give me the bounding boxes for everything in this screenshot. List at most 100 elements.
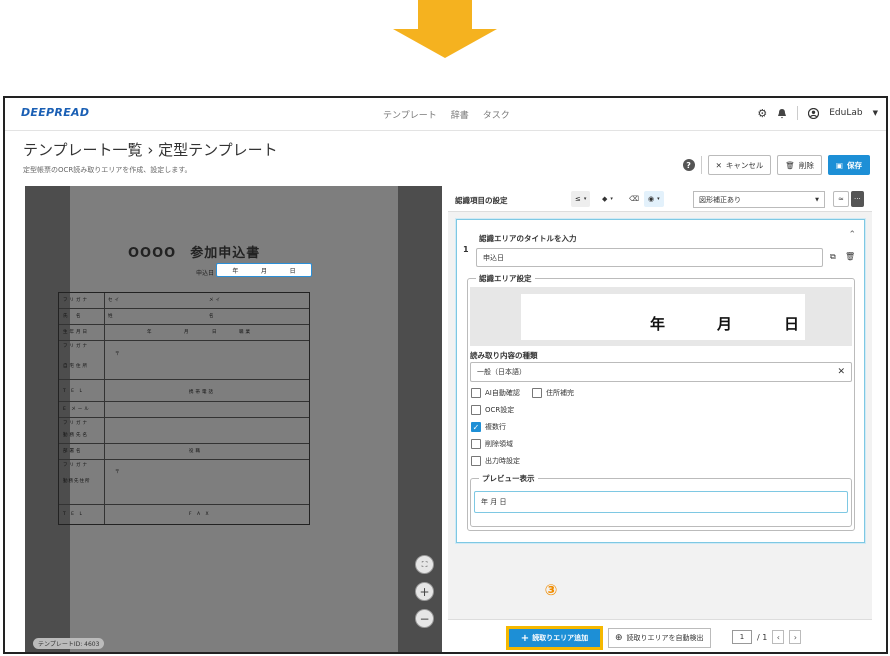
form-label: フリガナ [63, 344, 89, 349]
help-icon[interactable]: ? [682, 159, 695, 171]
ai-confirm-checkbox[interactable]: AI自動確認 [471, 388, 520, 398]
delete-region-checkbox[interactable]: 削除領域 [471, 439, 513, 449]
chevron-down-icon: ▾ [657, 196, 660, 202]
chevron-down-icon: ▼ [815, 196, 819, 203]
align-icon: ≤ [575, 195, 581, 203]
option-label: 住所補完 [546, 389, 574, 397]
chevron-down-icon: ▾ [610, 196, 613, 202]
form-divider [59, 308, 309, 309]
preview-year: 年 [649, 315, 665, 333]
save-button[interactable]: ▣ 保存 [827, 155, 870, 175]
document-title: OOOO 参加申込書 [128, 246, 261, 261]
form-divider [59, 443, 309, 444]
option-label: 複数行 [485, 423, 506, 431]
checkbox-box [471, 388, 481, 398]
clear-icon[interactable]: ✕ [837, 367, 845, 377]
read-area-card: 認識エリアのタイトルを入力 ⌃ 1 申込日 ⧉ 🗑 認識エリア設定 年 月 日 … [456, 219, 865, 543]
form-divider [59, 504, 309, 505]
preview-legend: プレビュー表示 [479, 473, 538, 484]
app-window: DEEPREAD テンプレート 辞書 タスク ⚙ EduLab ▼ テンプレート… [3, 96, 888, 654]
form-divider [59, 379, 309, 380]
form-divider [59, 459, 309, 460]
gear-icon[interactable]: ⚙ [757, 107, 767, 120]
form-label: フリガナ [63, 421, 89, 426]
form-label: フリガナ [63, 298, 89, 303]
page-subtitle: 定型帳票のOCR読み取りエリアを作成、設定します。 [23, 166, 192, 174]
fit-icon[interactable]: ⛶ [415, 555, 434, 574]
page-input[interactable]: 1 [732, 630, 752, 644]
zoom-in-icon[interactable]: + [415, 582, 434, 601]
checkbox-box [532, 388, 542, 398]
address-complete-checkbox[interactable]: 住所補完 [532, 388, 574, 398]
zoom-out-icon[interactable]: − [415, 609, 434, 628]
option-label: OCR設定 [485, 406, 515, 414]
document-viewer[interactable]: OOOO 参加申込書 申込日 年 月 日 フリガナ セイ メイ 氏 名 姓 名 … [25, 186, 442, 652]
form-label: 勤務先住所 [63, 479, 91, 484]
form-label: 〒 [115, 352, 122, 357]
selected-read-area[interactable]: 年 月 日 [216, 263, 312, 277]
bell-icon[interactable] [777, 108, 787, 119]
area-settings-group: 認識エリア設定 年 月 日 読み取り内容の種類 一般（日本語） ✕ AI自動確認 … [467, 273, 855, 531]
color-tool[interactable]: ◆ ▾ [598, 191, 617, 207]
eraser-tool[interactable]: ⌫ [625, 191, 643, 207]
form-label: 部署名 [63, 449, 83, 454]
prev-page-icon[interactable]: ‹ [772, 630, 785, 644]
form-label: 年 [147, 330, 154, 335]
form-label: 役職 [189, 449, 202, 454]
area-preview-crop: 年 月 日 [521, 294, 805, 340]
plus-icon: + [520, 632, 530, 644]
shape-correction-select[interactable]: 図形補正あり ▼ [693, 191, 825, 208]
auto-detect-label: 読取りエリアを自動検出 [626, 634, 704, 642]
delete-button[interactable]: 🗑 削除 [777, 155, 822, 175]
down-arrow-icon [393, 0, 497, 58]
logo[interactable]: DEEPREAD [21, 106, 89, 119]
form-label: 〒 [115, 470, 122, 475]
align-tool[interactable]: ≤ ▾ [571, 191, 591, 207]
read-type-select[interactable]: 一般（日本語） ✕ [470, 362, 852, 382]
collapse-all-icon[interactable]: ≈ [833, 191, 849, 207]
form-divider [59, 324, 309, 325]
ocr-settings-checkbox[interactable]: OCR設定 [471, 405, 514, 415]
add-read-area-label: 読取りエリア追加 [532, 634, 589, 642]
form-label: セイ [108, 298, 121, 303]
more-icon[interactable]: ··· [851, 191, 864, 207]
copy-icon[interactable]: ⧉ [830, 252, 836, 262]
bottom-toolbar: + 読取りエリア追加 ⊕ 読取りエリアを自動検出 1 / 1 ‹ › [448, 619, 872, 652]
divider [700, 156, 702, 174]
next-page-icon[interactable]: › [789, 630, 802, 644]
delete-label: 削除 [798, 160, 814, 170]
form-label: E メール [63, 407, 91, 412]
cancel-button[interactable]: ✕ キャンセル [707, 155, 772, 175]
trash-icon[interactable]: 🗑 [845, 252, 855, 261]
view-tool[interactable]: ◉ ▾ [644, 191, 664, 207]
settings-header: 認識項目の設定 ≤ ▾ ◆ ▾ ⌫ ◉ ▾ 図形補正あり ▼ ≈ ··· [448, 186, 872, 212]
collapse-icon[interactable]: ⌃ [848, 230, 856, 240]
template-id-badge: テンプレートID: 4603 [33, 638, 105, 649]
form-label: フリガナ [63, 463, 89, 468]
form-label: F A X [189, 512, 211, 517]
chevron-down-icon[interactable]: ▼ [873, 109, 878, 117]
nav-link-templates[interactable]: テンプレート [383, 108, 437, 121]
area-settings-legend: 認識エリア設定 [476, 273, 535, 284]
nav-link-tasks[interactable]: タスク [483, 108, 510, 121]
shape-correction-value: 図形補正あり [699, 195, 741, 204]
form-label: 月 [184, 330, 191, 335]
checkbox-box [471, 405, 481, 415]
document-page[interactable]: OOOO 参加申込書 申込日 年 月 日 フリガナ セイ メイ 氏 名 姓 名 … [58, 186, 398, 652]
option-label: 出力時設定 [485, 457, 520, 465]
output-settings-checkbox[interactable]: 出力時設定 [471, 456, 520, 466]
form-label: 氏 名 [63, 314, 83, 319]
multiline-checkbox[interactable]: ✓ 複数行 [471, 422, 506, 432]
nav-link-dictionary[interactable]: 辞書 [451, 108, 469, 121]
date-month: 月 [260, 267, 267, 275]
settings-panel: 認識項目の設定 ≤ ▾ ◆ ▾ ⌫ ◉ ▾ 図形補正あり ▼ ≈ ··· 認識エリアのタ… [448, 186, 872, 652]
form-label: 勤務先名 [63, 433, 89, 438]
user-name[interactable]: EduLab [829, 108, 862, 118]
auto-detect-button[interactable]: ⊕ 読取りエリアを自動検出 [608, 628, 711, 648]
user-icon[interactable] [808, 107, 820, 119]
add-read-area-button[interactable]: + 読取りエリア追加 [506, 626, 603, 650]
check-icon: ✓ [471, 422, 481, 432]
area-title-input[interactable]: 申込日 [476, 248, 823, 267]
save-icon: ▣ [835, 160, 843, 170]
form-label: 名 [209, 314, 216, 319]
